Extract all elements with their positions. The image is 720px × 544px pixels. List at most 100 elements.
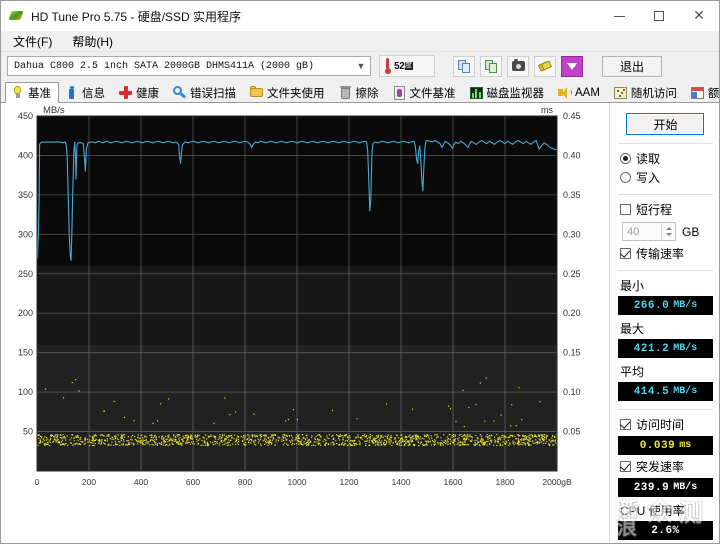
benchmark-chart-svg: 50 100 150 200 250 300 350 400 450 0.05 0.10 0.15 0.… xyxy=(18,105,581,487)
svg-text:100: 100 xyxy=(18,387,33,397)
tab-erase-label: 擦除 xyxy=(355,87,379,100)
svg-text:50: 50 xyxy=(23,427,33,437)
tab-random-access[interactable]: 随机访问 xyxy=(608,82,685,102)
transfer-rate-label: 传输速率 xyxy=(636,247,685,261)
radio-read[interactable]: 读取 xyxy=(620,150,713,167)
max-unit: MB/s xyxy=(673,343,698,354)
toolbar: Dahua C800 2.5 inch SATA 2000GB DHMS411A… xyxy=(1,52,719,80)
checkbox-transfer-rate[interactable]: 传输速率 xyxy=(620,245,713,262)
tab-benchmark[interactable]: 基准 xyxy=(5,82,59,103)
svg-text:0.25: 0.25 xyxy=(563,269,581,279)
tab-extra-tests[interactable]: 额外测试 xyxy=(685,82,720,102)
checkbox-access-time[interactable]: 访问时间 xyxy=(620,416,713,433)
drive-select-value: Dahua C800 2.5 inch SATA 2000GB DHMS411A… xyxy=(14,60,315,72)
monitor-icon xyxy=(469,86,483,100)
random-access-icon xyxy=(613,86,627,100)
svg-text:0.30: 0.30 xyxy=(563,229,581,239)
close-button[interactable]: ✕ xyxy=(679,1,719,31)
title-bar: HD Tune Pro 5.75 - 硬盘/SSD 实用程序 ✕ xyxy=(1,1,719,31)
burst-rate-value: 239.9 xyxy=(633,481,670,494)
access-time-value: 0.039 xyxy=(639,439,676,452)
drive-select[interactable]: Dahua C800 2.5 inch SATA 2000GB DHMS411A… xyxy=(7,56,371,76)
copy-green-icon xyxy=(484,59,498,73)
svg-text:0: 0 xyxy=(35,477,40,487)
tag-icon xyxy=(537,59,552,72)
cpu-usage-label: CPU 使用率 xyxy=(620,504,685,518)
exit-button[interactable]: 退出 xyxy=(602,55,662,77)
menu-file[interactable]: 文件(F) xyxy=(9,31,62,52)
tab-info-label: 信息 xyxy=(82,87,105,100)
svg-text:0.15: 0.15 xyxy=(563,348,581,358)
maximize-button[interactable] xyxy=(639,1,679,31)
tab-erase[interactable]: 擦除 xyxy=(333,82,387,102)
avg-value-display: 414.5 MB/s xyxy=(618,382,713,401)
svg-text:0.20: 0.20 xyxy=(563,308,581,318)
radio-write[interactable]: 写入 xyxy=(620,169,713,186)
extra-test-icon xyxy=(690,86,704,100)
svg-text:250: 250 xyxy=(18,269,33,279)
minimize-button[interactable] xyxy=(599,1,639,31)
access-time-label: 访问时间 xyxy=(636,418,685,432)
checkbox-short-stroke[interactable]: 短行程 xyxy=(620,201,713,218)
temperature-indicator: 52 度 xyxy=(379,55,435,77)
folder-icon xyxy=(250,85,263,100)
tag-button[interactable] xyxy=(534,55,556,77)
tab-disk-monitor[interactable]: 磁盘监视器 xyxy=(464,82,553,102)
burst-rate-display: 239.9 MB/s xyxy=(618,478,713,497)
svg-text:2000gB: 2000gB xyxy=(542,477,572,487)
window-controls: ✕ xyxy=(599,1,719,31)
divider xyxy=(618,270,713,271)
short-stroke-row: 40 GB xyxy=(622,222,713,241)
copy-green-button[interactable] xyxy=(480,55,502,77)
camera-icon xyxy=(511,59,525,71)
burst-rate-checkbox-icon xyxy=(620,461,631,472)
svg-text:MB/s: MB/s xyxy=(43,105,65,116)
checkbox-burst-rate[interactable]: 突发速率 xyxy=(620,458,713,475)
save-button[interactable] xyxy=(561,55,583,77)
burst-rate-label: 突发速率 xyxy=(636,460,685,474)
tab-random-access-label: 随机访问 xyxy=(630,87,677,100)
menu-bar: 文件(F) 帮助(H) xyxy=(1,31,719,52)
radio-read-label: 读取 xyxy=(636,152,661,166)
tab-file-benchmark-label: 文件基准 xyxy=(409,87,456,100)
close-icon: ✕ xyxy=(693,8,705,24)
tab-benchmark-label: 基准 xyxy=(28,88,51,100)
stepper-arrows[interactable] xyxy=(661,223,675,240)
max-value-display: 421.2 MB/s xyxy=(618,339,713,358)
temperature-unit: 度 xyxy=(404,62,413,70)
min-label: 最小 xyxy=(620,279,645,293)
min-value: 266.0 xyxy=(633,299,670,312)
chevron-up-icon xyxy=(665,227,672,230)
svg-text:800: 800 xyxy=(238,477,252,487)
tab-disk-monitor-label: 磁盘监视器 xyxy=(486,87,545,100)
file-bench-icon xyxy=(393,85,406,100)
short-stroke-stepper[interactable]: 40 xyxy=(622,222,676,241)
menu-help[interactable]: 帮助(H) xyxy=(68,31,123,52)
minimize-icon xyxy=(613,15,625,17)
tab-file-benchmark[interactable]: 文件基准 xyxy=(387,82,464,102)
tab-folder-usage[interactable]: 文件夹使用 xyxy=(244,82,333,102)
copy-button[interactable] xyxy=(453,55,475,77)
chevron-down-icon: ▼ xyxy=(356,60,366,71)
tab-strip: 基准 信息 健康 错误扫描 文件夹使用 擦除 文件基准 磁盘监视器 AAM 随机… xyxy=(1,80,720,103)
svg-text:1600: 1600 xyxy=(444,477,463,487)
min-unit: MB/s xyxy=(673,300,698,311)
screenshot-button[interactable] xyxy=(507,55,529,77)
svg-text:0.05: 0.05 xyxy=(563,427,581,437)
window-title: HD Tune Pro 5.75 - 硬盘/SSD 实用程序 xyxy=(31,9,242,24)
access-time-checkbox-icon xyxy=(620,419,631,430)
control-panel: 开始 读取 写入 短行程 40 GB 传输速率 最小 266.0 MB/s 最大… xyxy=(609,103,719,543)
divider xyxy=(618,194,713,195)
start-button[interactable]: 开始 xyxy=(626,113,705,135)
tab-aam-label: AAM xyxy=(575,86,600,99)
tab-info[interactable]: 信息 xyxy=(59,82,113,102)
svg-text:600: 600 xyxy=(186,477,200,487)
tab-error-scan[interactable]: 错误扫描 xyxy=(167,82,244,102)
info-icon xyxy=(65,85,78,100)
tab-health-label: 健康 xyxy=(136,87,159,100)
short-stroke-unit: GB xyxy=(682,224,700,239)
benchmark-chart: 50 100 150 200 250 300 350 400 450 0.05 0.10 0.15 0.… xyxy=(1,103,609,543)
tab-aam[interactable]: AAM xyxy=(552,82,608,102)
tab-health[interactable]: 健康 xyxy=(113,82,167,102)
temperature-value: 52 xyxy=(394,60,405,72)
